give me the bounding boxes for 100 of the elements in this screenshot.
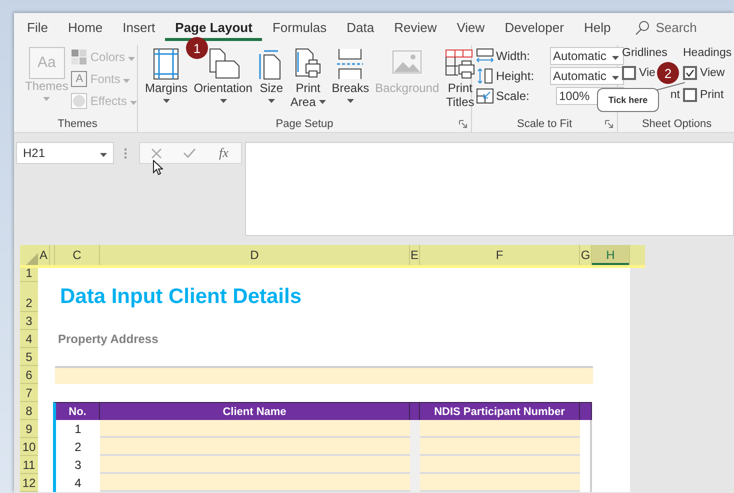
- address-field[interactable]: [55, 366, 593, 384]
- ribbon-button[interactable]: Print Titles: [442, 45, 478, 111]
- caret-icon: [100, 153, 107, 157]
- table-header: [580, 402, 592, 420]
- sheet-title: Data Input Client Details: [59, 285, 302, 309]
- dialog-launcher-icon[interactable]: [459, 120, 467, 128]
- checkbox[interactable]: [683, 88, 697, 102]
- dropdown-field[interactable]: Automatic: [550, 67, 624, 85]
- table-cell[interactable]: [100, 474, 410, 492]
- width-icon: [476, 48, 494, 64]
- ribbon-tab[interactable]: Help: [574, 13, 621, 41]
- table-cell[interactable]: [420, 456, 580, 474]
- caret-icon: [220, 99, 227, 103]
- group-label: Sheet Options: [642, 118, 712, 130]
- color-swatch-icon: [71, 49, 88, 65]
- table-header: No.: [53, 402, 100, 420]
- row-header[interactable]: 3: [20, 312, 38, 330]
- formula-field[interactable]: [245, 142, 734, 236]
- column-header[interactable]: H: [592, 245, 630, 265]
- view-checkbox[interactable]: Print: [683, 86, 724, 103]
- grip-icon: [124, 148, 127, 159]
- option-heading: Headings: [683, 47, 732, 59]
- print-titles-icon: [445, 48, 476, 80]
- column-header[interactable]: A: [38, 245, 50, 265]
- column-header[interactable]: E: [410, 245, 420, 265]
- caret-icon: [268, 99, 275, 103]
- caret-icon: [612, 76, 619, 80]
- group-label: Themes: [58, 118, 98, 130]
- option-label: nt: [670, 88, 680, 100]
- height-icon: [476, 68, 494, 84]
- field-label: Height:: [496, 69, 536, 83]
- column-header[interactable]: C: [55, 245, 100, 265]
- ribbon-button[interactable]: Breaks: [328, 45, 372, 105]
- dropdown-field[interactable]: Automatic: [550, 47, 624, 65]
- caret-icon: [162, 99, 170, 103]
- ribbon-tab[interactable]: File: [17, 13, 58, 41]
- group-label: Page Setup: [276, 118, 334, 130]
- caret-icon: [128, 57, 136, 61]
- print-area-icon: [294, 48, 322, 80]
- checkbox[interactable]: [622, 66, 636, 80]
- field-label: Scale:: [496, 89, 530, 103]
- search-field[interactable]: Search: [656, 20, 697, 34]
- ribbon-tab[interactable]: Developer: [494, 13, 574, 41]
- scale-icon: [476, 88, 494, 104]
- caret-icon: [123, 79, 130, 83]
- row-header[interactable]: 12: [20, 474, 38, 492]
- row-header[interactable]: 2: [20, 282, 38, 312]
- effects-icon: [71, 93, 88, 109]
- row-header[interactable]: 5: [20, 348, 38, 366]
- check-icon[interactable]: [182, 148, 196, 158]
- row-header[interactable]: 11: [20, 456, 38, 474]
- ribbon-tab[interactable]: View: [446, 13, 495, 41]
- column-header[interactable]: D: [100, 245, 410, 265]
- view-checkbox[interactable]: View: [683, 64, 725, 81]
- row-header[interactable]: 6: [20, 366, 38, 384]
- row-header[interactable]: 1: [20, 268, 38, 282]
- caret-icon: [346, 99, 354, 103]
- ribbon-button[interactable]: Size: [255, 45, 288, 105]
- font-icon: A: [71, 71, 88, 87]
- caret-icon: [130, 101, 137, 105]
- margins-icon: [153, 48, 180, 80]
- table-header: Client Name: [100, 402, 410, 420]
- ribbon-tab[interactable]: Data: [336, 13, 384, 41]
- page-break-icon: [336, 48, 364, 80]
- table-header: NDIS Participant Number: [420, 402, 580, 420]
- ribbon-button[interactable]: Print Area: [287, 45, 329, 111]
- caret-icon: [318, 100, 326, 104]
- dialog-launcher-icon[interactable]: [605, 120, 613, 128]
- caret-icon: [43, 97, 50, 101]
- table-cell: [410, 420, 420, 438]
- themes-icon: Aa: [28, 47, 65, 79]
- caret-icon: [612, 56, 619, 60]
- search-icon: [634, 20, 650, 34]
- insert-function-button[interactable]: fx: [217, 145, 230, 161]
- row-header[interactable]: 10: [20, 438, 38, 456]
- ribbon-tab[interactable]: Review: [384, 13, 447, 41]
- table-cell[interactable]: [420, 438, 580, 456]
- table-cell[interactable]: [100, 438, 410, 456]
- ribbon-tab[interactable]: Formulas: [262, 13, 337, 41]
- name-box[interactable]: H21: [16, 142, 114, 164]
- cancel-icon[interactable]: [150, 148, 162, 158]
- ribbon-tab[interactable]: Insert: [112, 13, 166, 41]
- row-header[interactable]: 7: [20, 384, 38, 402]
- select-all-icon[interactable]: [26, 253, 38, 265]
- row-header[interactable]: 4: [20, 330, 38, 348]
- column-header[interactable]: F: [420, 245, 580, 265]
- leader-line: [655, 82, 685, 91]
- table-cell[interactable]: [100, 456, 410, 474]
- field-label: Property Address: [57, 332, 158, 346]
- view-checkbox[interactable]: Vie: [622, 64, 656, 81]
- row-header[interactable]: 9: [20, 420, 38, 438]
- tooltip: Tick here: [597, 88, 659, 112]
- table-cell[interactable]: [420, 474, 580, 492]
- table-header: [410, 402, 420, 420]
- table-cell[interactable]: [420, 420, 580, 438]
- checkbox[interactable]: [683, 66, 697, 80]
- table-cell[interactable]: [100, 420, 410, 438]
- row-header[interactable]: 8: [20, 402, 38, 420]
- ribbon-tab[interactable]: Home: [58, 13, 113, 41]
- group-label: Scale to Fit: [516, 118, 572, 130]
